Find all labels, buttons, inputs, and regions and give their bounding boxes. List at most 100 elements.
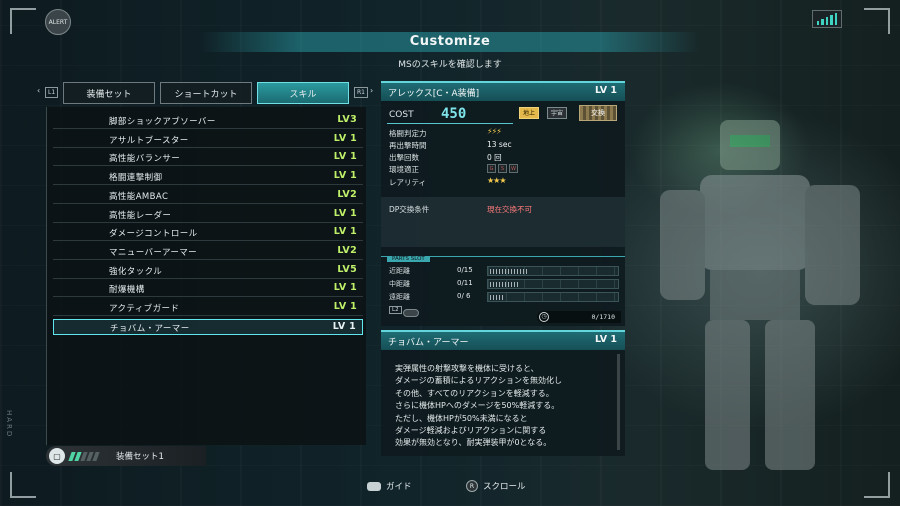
skill-level: LV 1 bbox=[333, 301, 357, 312]
parts-slot-name: 近距離 bbox=[389, 267, 410, 275]
parts-slot-title: PARTS SLOT bbox=[387, 256, 430, 262]
skill-name: 耐爆機構 bbox=[109, 285, 145, 296]
skill-level: LV 1 bbox=[333, 207, 357, 219]
parts-slot-track bbox=[487, 266, 619, 276]
skill-row[interactable]: 強化タックル LV5 bbox=[53, 263, 363, 279]
skill-row[interactable]: 脚部ショックアブソーバー LV3 bbox=[53, 113, 363, 129]
tab-label: 装備セット bbox=[86, 89, 132, 100]
parts-slot-total: ◷ 0/1710 bbox=[537, 311, 621, 323]
difficulty-label: HARD bbox=[5, 410, 13, 439]
cost-underline bbox=[387, 123, 513, 124]
tab-equipment-set[interactable]: 装備セット bbox=[63, 82, 155, 104]
loadout-bars bbox=[68, 452, 100, 461]
skill-row[interactable]: ダメージコントロール LV 1 bbox=[53, 225, 363, 242]
skill-level: LV 1 bbox=[333, 282, 357, 294]
skill-row[interactable]: マニューバーアーマー LV2 bbox=[53, 244, 363, 260]
frame-corner bbox=[864, 472, 890, 498]
skill-level: LV3 bbox=[337, 114, 357, 125]
skill-level: LV 1 bbox=[333, 170, 357, 182]
parts-slot-track bbox=[487, 292, 619, 302]
stat-label: 再出撃時間 bbox=[389, 141, 427, 150]
rarity-stars: ★★★ bbox=[487, 176, 506, 185]
tab-right-hint: R1 bbox=[354, 87, 368, 98]
dp-exchange-zone: DP交換条件 現在交換不可 bbox=[381, 197, 625, 247]
tab-skill[interactable]: スキル bbox=[257, 82, 349, 104]
stat-label: 出撃回数 bbox=[389, 153, 419, 162]
env-ground-chip: 地上 bbox=[519, 107, 540, 119]
parts-slot-header: PARTS SLOT bbox=[381, 256, 625, 264]
melee-rating-icon: ⚡⚡⚡ bbox=[487, 127, 502, 136]
frame-corner bbox=[864, 8, 890, 34]
guide-hint[interactable]: ガイド bbox=[367, 480, 412, 492]
skill-row-selected[interactable]: チョバム・アーマー LV 1 bbox=[53, 318, 363, 335]
parts-slot-value: 0/ 6 bbox=[457, 292, 471, 300]
stat-label: レアリティ bbox=[389, 178, 427, 187]
scroll-hint[interactable]: R スクロール bbox=[466, 480, 526, 492]
stat-label: 格闘判定力 bbox=[389, 129, 427, 138]
tab-label: スキル bbox=[289, 89, 317, 100]
env-aptitude: GSW bbox=[487, 163, 520, 173]
skill-row[interactable]: 高性能レーダー LV 1 bbox=[53, 207, 363, 223]
skill-detail-panel: 実弾属性の射撃攻撃を機体に受けると、 ダメージの蓄積によるリアクションを無効化し… bbox=[381, 350, 625, 456]
skill-name: 高性能レーダー bbox=[109, 210, 172, 221]
skill-name: アサルトブースター bbox=[109, 135, 189, 146]
parts-slot-row: 中距離 0/11 bbox=[385, 278, 621, 290]
guide-label: ガイド bbox=[386, 482, 412, 492]
page-subtitle: MSのスキルを確認します bbox=[398, 60, 502, 70]
parts-slot-track bbox=[487, 279, 619, 289]
stat-value: 13 sec bbox=[487, 140, 512, 149]
env-box-w: W bbox=[509, 164, 518, 173]
parts-slot-row: 遠距離 0/ 6 bbox=[385, 291, 621, 303]
skill-row[interactable]: 高性能AMBAC LV2 bbox=[53, 188, 363, 204]
exchange-button[interactable]: 交換 bbox=[579, 105, 617, 121]
scroll-label: スクロール bbox=[483, 482, 526, 492]
stat-label: 環境適正 bbox=[389, 165, 419, 174]
skill-name: ダメージコントロール bbox=[109, 229, 198, 240]
skill-detail-text: 実弾属性の射撃攻撃を機体に受けると、 ダメージの蓄積によるリアクションを無効化し… bbox=[395, 364, 562, 448]
skill-name: 高性能バランサー bbox=[109, 154, 181, 165]
skill-detail-level: LV 1 bbox=[594, 334, 617, 345]
env-space-chip: 宇宙 bbox=[547, 107, 568, 119]
parts-slot-value: 0/11 bbox=[457, 279, 473, 287]
stat-value: 0 回 bbox=[487, 153, 502, 162]
skill-name: アクティブガード bbox=[109, 304, 180, 314]
tab-left-arrow-icon[interactable]: ‹ bbox=[37, 86, 40, 95]
skill-level: LV5 bbox=[337, 263, 357, 275]
frame-corner bbox=[10, 472, 36, 498]
skill-name: 脚部ショックアブソーバー bbox=[109, 117, 216, 127]
parts-slot-fill bbox=[490, 295, 506, 300]
tab-left-hint: L1 bbox=[45, 87, 59, 98]
skill-level: LV 1 bbox=[333, 151, 357, 163]
cost-value: 450 bbox=[441, 106, 467, 122]
alert-label: ALERT bbox=[48, 18, 68, 26]
skill-name: マニューバーアーマー bbox=[109, 247, 198, 258]
l2-hint: L2 bbox=[389, 306, 402, 314]
exchange-label: 交換 bbox=[591, 109, 605, 117]
tab-shortcut[interactable]: ショートカット bbox=[160, 82, 252, 104]
skill-row[interactable]: アサルトブースター LV 1 bbox=[53, 132, 363, 148]
cost-label: COST bbox=[389, 110, 414, 120]
page-title: Customize bbox=[409, 34, 491, 49]
env-box-s: S bbox=[498, 164, 507, 173]
skill-name: チョバム・アーマー bbox=[110, 323, 190, 334]
parts-toggle[interactable] bbox=[403, 309, 419, 317]
env-box-g: G bbox=[487, 164, 496, 173]
detail-scrollbar[interactable] bbox=[617, 354, 620, 450]
skill-level: LV 1 bbox=[332, 320, 356, 332]
loadout-button-icon: ▢ bbox=[49, 448, 65, 464]
tab-right-arrow-icon[interactable]: › bbox=[370, 86, 373, 95]
skill-row[interactable]: 高性能バランサー LV 1 bbox=[53, 150, 363, 167]
parts-slot-value: 0/15 bbox=[457, 266, 473, 274]
skill-name: 強化タックル bbox=[109, 266, 163, 277]
loadout-selector[interactable]: ▢ 装備セット1 bbox=[46, 446, 206, 466]
parts-slot-fill bbox=[490, 282, 519, 287]
skill-level: LV 1 bbox=[333, 132, 357, 144]
skill-row[interactable]: 格闘連撃制御 LV 1 bbox=[53, 169, 363, 186]
skill-level: LV2 bbox=[337, 244, 357, 256]
dp-label: DP交換条件 bbox=[389, 205, 430, 214]
right-stick-icon: R bbox=[466, 480, 478, 492]
skill-row[interactable]: アクティブガード LV 1 bbox=[53, 300, 363, 316]
ms-info-panel: COST 450 地上 宇宙 交換 格闘判定力 ⚡⚡⚡ 再出撃時間 13 sec… bbox=[381, 101, 625, 326]
dp-value: 現在交換不可 bbox=[487, 205, 532, 214]
skill-row[interactable]: 耐爆機構 LV 1 bbox=[53, 281, 363, 298]
